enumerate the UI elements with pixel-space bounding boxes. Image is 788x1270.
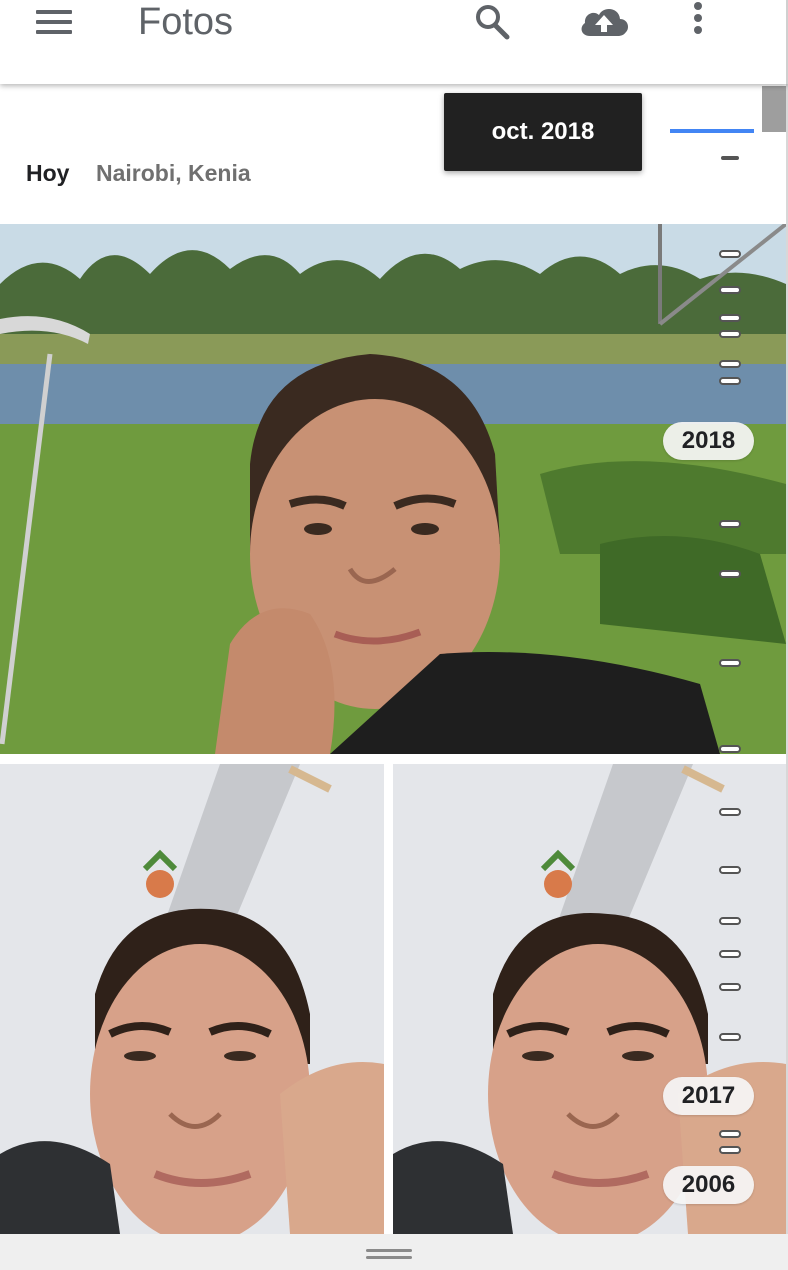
scrubber-tick[interactable] [719,1033,741,1041]
scrubber-tick[interactable] [719,1146,741,1154]
photo-image [393,764,786,1234]
drag-handle-icon [366,1249,412,1252]
app-title: Fotos [138,1,234,43]
scrubber-tick[interactable] [719,659,741,667]
scrubber-tick[interactable] [719,745,741,753]
scrubber-tick[interactable] [719,808,741,816]
menu-button[interactable] [34,6,74,38]
scrubber-tick[interactable] [719,377,741,385]
location-label[interactable]: Nairobi, Kenia [96,160,251,187]
cloud-upload-icon [581,9,628,37]
photo-image [0,764,384,1234]
date-scrubber-tooltip: oct. 2018 [444,93,642,171]
app-bar: Fotos [0,0,788,84]
photo-lake-selfie[interactable] [0,224,786,754]
scrubber-tick[interactable] [719,360,741,368]
scrubber-tick[interactable] [719,314,741,322]
more-options-button[interactable] [686,0,710,44]
photo-indoor-selfie-1[interactable] [0,764,384,1234]
photo-image [0,224,786,754]
scrubber-tick[interactable] [719,1130,741,1138]
search-icon [476,5,510,40]
search-button[interactable] [470,0,514,44]
year-label-2006[interactable]: 2006 [663,1166,754,1204]
scrubber-tick[interactable] [719,520,741,528]
year-label-2017[interactable]: 2017 [663,1077,754,1115]
upload-button[interactable] [576,0,632,44]
scrubber-tick[interactable] [721,156,739,160]
drag-handle-icon [366,1256,412,1259]
scrubber-tick[interactable] [719,950,741,958]
more-vert-icon [694,2,702,34]
scrubber-tick[interactable] [719,250,741,258]
scrubber-tick[interactable] [719,917,741,925]
photo-indoor-selfie-2[interactable] [393,764,786,1234]
scrubber-position-indicator [670,129,754,133]
scrubber-tick[interactable] [719,866,741,874]
bottom-sheet-handle-bar[interactable] [0,1234,788,1270]
scrollbar-thumb[interactable] [762,86,786,132]
scrubber-tick[interactable] [719,570,741,578]
date-heading: Hoy [26,160,70,186]
year-label-2018[interactable]: 2018 [663,422,754,460]
scrubber-tick[interactable] [719,330,741,338]
scrubber-tick[interactable] [719,286,741,294]
scrubber-tick[interactable] [719,983,741,991]
